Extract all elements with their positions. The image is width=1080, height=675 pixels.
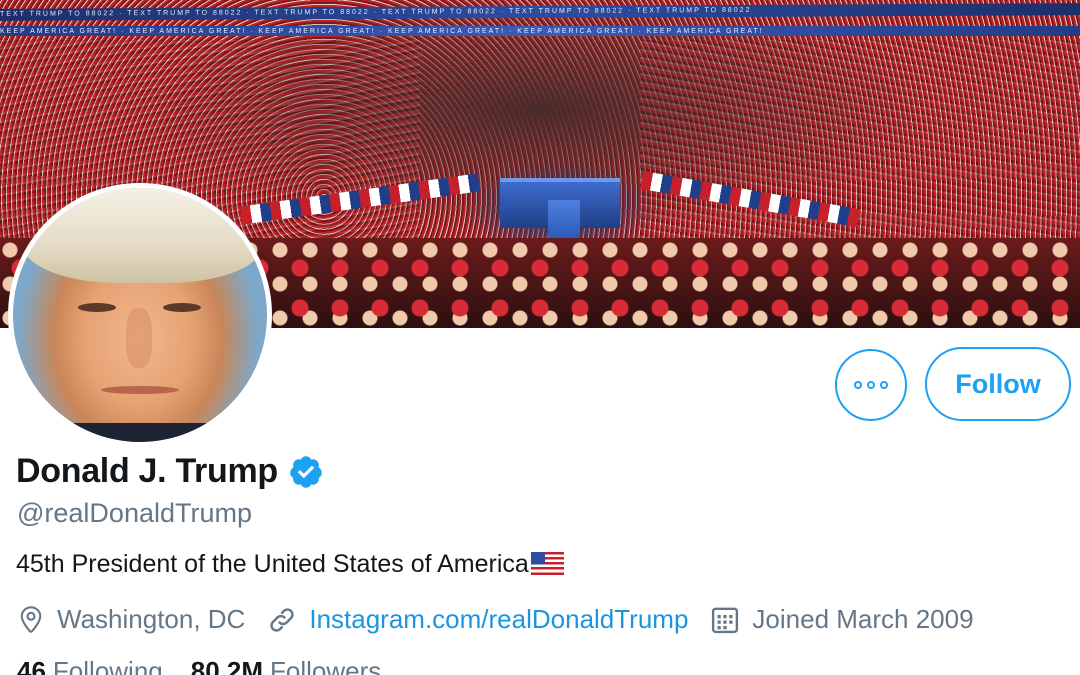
banner-ribbon-top: TEXT TRUMP TO 88022 · TEXT TRUMP TO 8802… — [0, 3, 1080, 21]
avatar-eye-left — [78, 303, 116, 312]
us-flag-icon — [530, 552, 564, 575]
display-name: Donald J. Trump — [16, 452, 278, 490]
profile-stats: 46 Following 80.2M Followers — [17, 656, 409, 675]
banner-ribbon-text: TEXT TRUMP TO 88022 · TEXT TRUMP TO 8802… — [0, 6, 752, 18]
profile-avatar[interactable] — [8, 183, 272, 447]
follow-button[interactable]: Follow — [925, 347, 1071, 421]
followers-count: 80.2M — [190, 656, 264, 675]
avatar-hair — [23, 188, 263, 283]
following-stat[interactable]: 46 Following — [17, 656, 163, 675]
more-horizontal-icon — [854, 381, 888, 389]
verified-badge-icon[interactable] — [288, 454, 324, 490]
joined-text: Joined March 2009 — [752, 604, 974, 634]
dot — [880, 381, 888, 389]
location-pin-icon — [20, 605, 42, 633]
banner-ribbon-second: KEEP AMERICA GREAT! · KEEP AMERICA GREAT… — [0, 26, 1080, 36]
link-icon — [270, 607, 294, 632]
more-options-button[interactable] — [835, 349, 907, 421]
banner-runway — [548, 200, 580, 240]
profile-handle: @realDonaldTrump — [17, 498, 252, 528]
profile-location: Washington, DC — [17, 604, 245, 635]
profile-bio: 45th President of the United States of A… — [16, 550, 564, 579]
profile-meta: Washington, DC Instagram.com/realDonaldT… — [17, 604, 996, 635]
following-label: Following — [52, 656, 163, 675]
website-link[interactable]: Instagram.com/realDonaldTrump — [309, 604, 688, 635]
avatar-mouth — [101, 386, 179, 394]
dot — [854, 381, 862, 389]
followers-label: Followers — [270, 656, 382, 675]
avatar-nose — [126, 308, 152, 368]
banner-crowd-right — [640, 40, 1080, 270]
following-count: 46 — [17, 656, 46, 675]
avatar-photo — [13, 188, 267, 442]
profile-website[interactable]: Instagram.com/realDonaldTrump — [267, 604, 688, 635]
dot — [867, 381, 875, 389]
avatar-suit — [13, 423, 267, 442]
location-text: Washington, DC — [57, 604, 246, 634]
profile-joined: Joined March 2009 — [710, 604, 974, 635]
avatar-eye-right — [163, 303, 201, 312]
followers-stat[interactable]: 80.2M Followers — [191, 656, 382, 675]
profile-name-row: Donald J. Trump — [16, 452, 324, 491]
calendar-icon — [712, 607, 739, 633]
bio-text: 45th President of the United States of A… — [16, 550, 529, 578]
banner-ribbon-text: KEEP AMERICA GREAT! · KEEP AMERICA GREAT… — [0, 28, 764, 35]
